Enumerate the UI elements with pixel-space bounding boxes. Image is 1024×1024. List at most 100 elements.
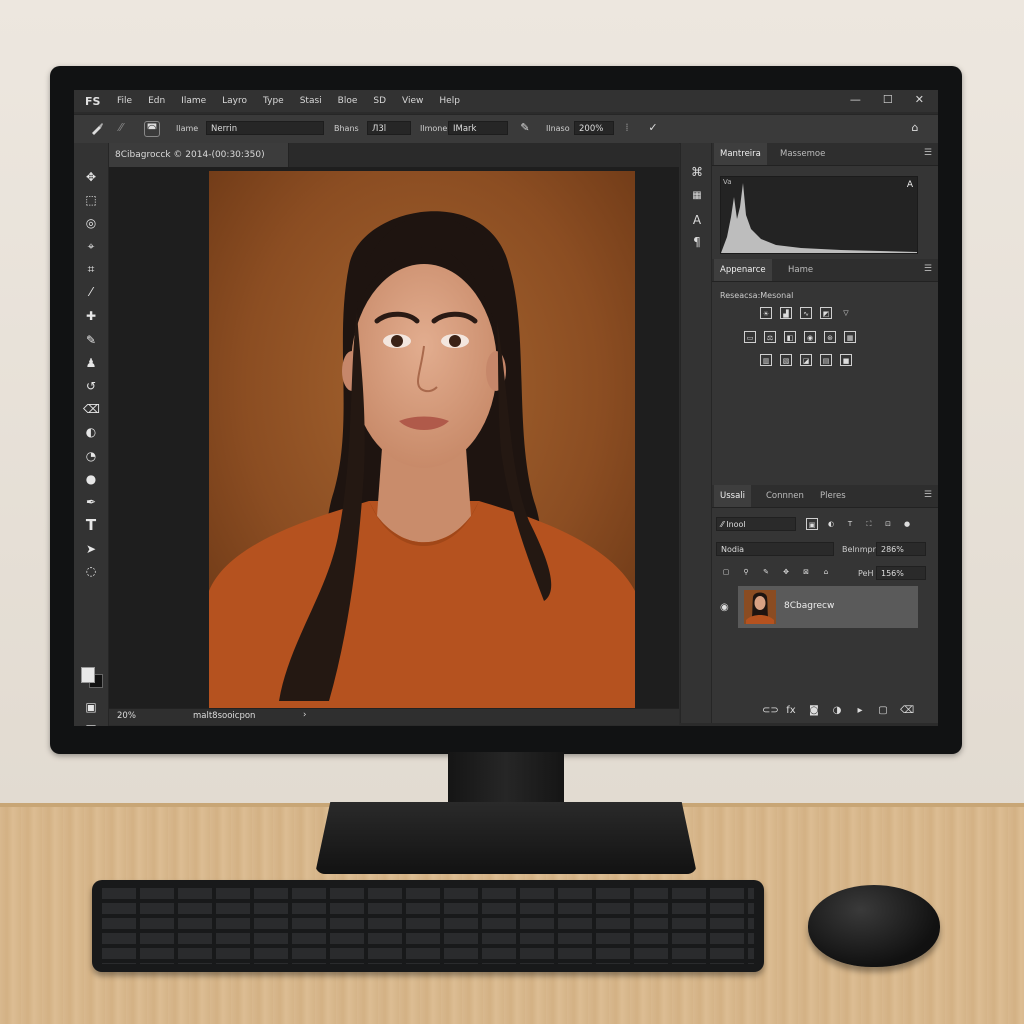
bhans-field[interactable]: Л3l — [367, 121, 411, 135]
tab-histogram[interactable]: Mantreira — [714, 143, 767, 165]
menu-help[interactable]: Help — [439, 96, 460, 106]
tool-preset-icon[interactable]: ⁄⁄ — [114, 121, 128, 135]
name-field[interactable]: Nerrin — [206, 121, 324, 135]
menu-filter[interactable]: Bloe — [338, 96, 358, 106]
type-tool-icon[interactable]: T — [83, 517, 99, 533]
lock-artboard-icon[interactable]: ⊠ — [800, 566, 812, 578]
pixel-filter-icon[interactable]: ▣ — [806, 518, 818, 530]
brush-tool-icon[interactable] — [90, 121, 104, 135]
brush-preset-icon[interactable]: ◚ — [144, 121, 160, 137]
tab-paths[interactable]: Pleres — [814, 485, 852, 507]
paragraph-icon[interactable]: ¶ — [690, 235, 704, 249]
menu-image[interactable]: Ilame — [181, 96, 206, 106]
channel-mixer-icon[interactable]: ⊛ — [824, 331, 836, 343]
new-group-icon[interactable]: ▸ — [854, 705, 866, 717]
layer-name[interactable]: 8Cbagrecw — [784, 601, 834, 611]
dodge-tool-icon[interactable]: ● — [83, 471, 99, 487]
pen-tool-icon[interactable]: ✒ — [83, 494, 99, 510]
ilmone-field[interactable]: IMark — [448, 121, 508, 135]
shape-filter-icon[interactable]: ⛶ — [863, 518, 875, 530]
airbrush-icon[interactable]: ✎ — [518, 121, 532, 135]
adjustment-filter-icon[interactable]: ◐ — [825, 518, 837, 530]
screen-mode-icon[interactable]: ▤ — [83, 721, 99, 726]
type-filter-icon[interactable]: T — [844, 518, 856, 530]
levels-icon[interactable]: ▟ — [780, 307, 792, 319]
curves-icon[interactable]: ∿ — [800, 307, 812, 319]
marquee-tool-icon[interactable]: ⬚ — [83, 192, 99, 208]
image-canvas[interactable] — [209, 171, 635, 709]
character-icon[interactable]: A — [690, 213, 704, 227]
threshold-icon[interactable]: ◪ — [800, 354, 812, 366]
visibility-eye-icon[interactable]: ◉ — [720, 602, 729, 613]
layer-row[interactable]: 8Cbagrecw — [738, 586, 918, 628]
brightness-icon[interactable]: ☀ — [760, 307, 772, 319]
minimize-button[interactable]: — — [850, 93, 861, 106]
status-menu-arrow[interactable]: › — [303, 710, 306, 720]
layer-style-icon[interactable]: fx — [785, 705, 797, 717]
menu-type[interactable]: Type — [263, 96, 284, 106]
tab-channels[interactable]: Connnen — [760, 485, 810, 507]
blur-tool-icon[interactable]: ◔ — [83, 448, 99, 464]
filter-toggle-icon[interactable]: ● — [901, 518, 913, 530]
workspace-icon[interactable]: ⌂ — [908, 121, 922, 135]
libraries-icon[interactable]: ▦ — [690, 189, 704, 203]
eraser-tool-icon[interactable]: ⌫ — [83, 401, 100, 417]
exposure-icon[interactable]: ◩ — [820, 307, 832, 319]
lock-position-icon[interactable]: ✥ — [780, 566, 792, 578]
zoom-field[interactable]: 200% — [574, 121, 614, 135]
quick-mask-icon[interactable]: ▣ — [83, 699, 99, 715]
foreground-color-swatch[interactable] — [81, 667, 95, 683]
black-white-icon[interactable]: ◧ — [784, 331, 796, 343]
posterize-icon[interactable]: ▧ — [780, 354, 792, 366]
add-mask-icon[interactable]: ◙ — [808, 705, 820, 717]
menu-edit[interactable]: Edn — [148, 96, 165, 106]
brush-tool-icon[interactable]: ✎ — [83, 332, 99, 348]
link-layers-icon[interactable]: ⊂⊃ — [762, 705, 779, 717]
invert-icon[interactable]: ▥ — [760, 354, 772, 366]
close-button[interactable]: ✕ — [915, 93, 924, 106]
path-select-tool-icon[interactable]: ➤ — [83, 541, 99, 557]
photo-filter-icon[interactable]: ◉ — [804, 331, 816, 343]
delete-layer-icon[interactable]: ⌫ — [900, 705, 914, 717]
menu-select[interactable]: Stasi — [300, 96, 322, 106]
gradient-map-icon[interactable]: ▤ — [820, 354, 832, 366]
tab-layers[interactable]: Ussali — [714, 485, 752, 507]
menu-3d[interactable]: SD — [373, 96, 386, 106]
color-lookup-icon[interactable]: ▦ — [844, 331, 856, 343]
lock-transparent-icon[interactable]: ▢ — [720, 566, 732, 578]
menu-layer[interactable]: Layro — [222, 96, 247, 106]
tab-hame[interactable]: Hame — [782, 259, 819, 281]
panel-menu-icon[interactable]: ☰ — [924, 264, 932, 274]
status-zoom[interactable]: 20% — [117, 711, 136, 721]
color-balance-icon[interactable]: ⚖ — [764, 331, 776, 343]
menu-view[interactable]: View — [402, 96, 423, 106]
selective-color-icon[interactable]: ■ — [840, 354, 852, 366]
stamp-tool-icon[interactable]: ♟ — [83, 355, 99, 371]
history-brush-icon[interactable]: ↺ — [83, 378, 99, 394]
hue-saturation-icon[interactable]: ▭ — [744, 331, 756, 343]
fill-field[interactable]: 156% — [876, 566, 926, 580]
layer-kind-filter[interactable]: ⁄⁄ Inool — [716, 517, 796, 531]
hand-tool-icon[interactable]: ◌ — [83, 563, 99, 579]
maximize-button[interactable]: ☐ — [883, 93, 893, 106]
move-tool-icon[interactable]: ✥ — [83, 169, 99, 185]
gradient-tool-icon[interactable]: ◐ — [83, 424, 99, 440]
menu-file[interactable]: File — [117, 96, 132, 106]
opacity-field[interactable]: 286% — [876, 542, 926, 556]
new-adjustment-icon[interactable]: ◑ — [831, 705, 843, 717]
blend-mode-select[interactable]: Nodia — [716, 542, 834, 556]
lock-paint-icon[interactable]: ✎ — [760, 566, 772, 578]
lock-image-icon[interactable]: ⚲ — [740, 566, 752, 578]
tab-appearance[interactable]: Appenarce — [714, 259, 772, 281]
eyedropper-tool-icon[interactable]: ⁄ — [83, 284, 99, 300]
panel-menu-icon[interactable]: ☰ — [924, 148, 932, 158]
adjustments-icon[interactable]: ⌘ — [690, 165, 704, 179]
new-layer-icon[interactable]: ▢ — [877, 705, 889, 717]
panel-menu-icon[interactable]: ☰ — [924, 490, 932, 500]
pressure-icon[interactable]: ✓ — [646, 121, 660, 135]
lock-all-icon[interactable]: ⌂ — [820, 566, 832, 578]
healing-tool-icon[interactable]: ✚ — [83, 308, 99, 324]
document-tab[interactable]: 8Cibagrocck © 2014-(00:30:350) — [109, 143, 289, 167]
toggle-icon[interactable]: ⁞ — [620, 121, 634, 135]
vibrance-icon[interactable]: ▽ — [840, 307, 852, 319]
